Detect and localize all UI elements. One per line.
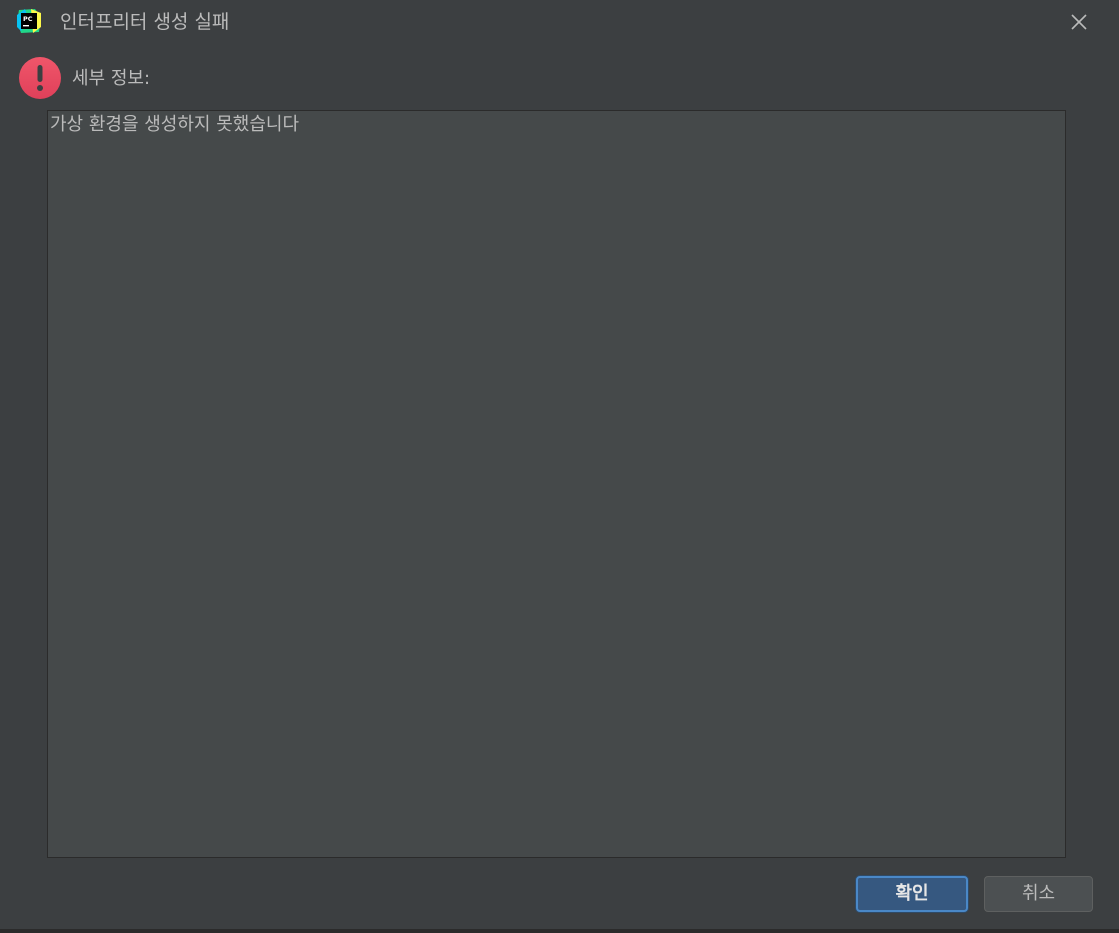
details-label: 세부 정보: [72, 68, 151, 89]
details-text-area[interactable]: 가상 환경을 생성하지 못했습니다 [47, 110, 1066, 858]
close-icon [1071, 14, 1087, 30]
interpreter-error-dialog: PC 인터프리터 생성 실패 세부 정보: 가상 환경을 생성하지 못했습니다 … [0, 0, 1119, 933]
cancel-button[interactable]: 취소 [984, 876, 1093, 912]
title-bar: PC 인터프리터 생성 실패 [0, 0, 1119, 44]
window-title: 인터프리터 생성 실패 [60, 11, 230, 33]
ok-button[interactable]: 확인 [856, 876, 968, 912]
error-icon [19, 57, 61, 99]
app-logo-text: PC [23, 15, 33, 23]
pycharm-logo-icon: PC [17, 9, 41, 33]
close-button[interactable] [1065, 8, 1093, 36]
